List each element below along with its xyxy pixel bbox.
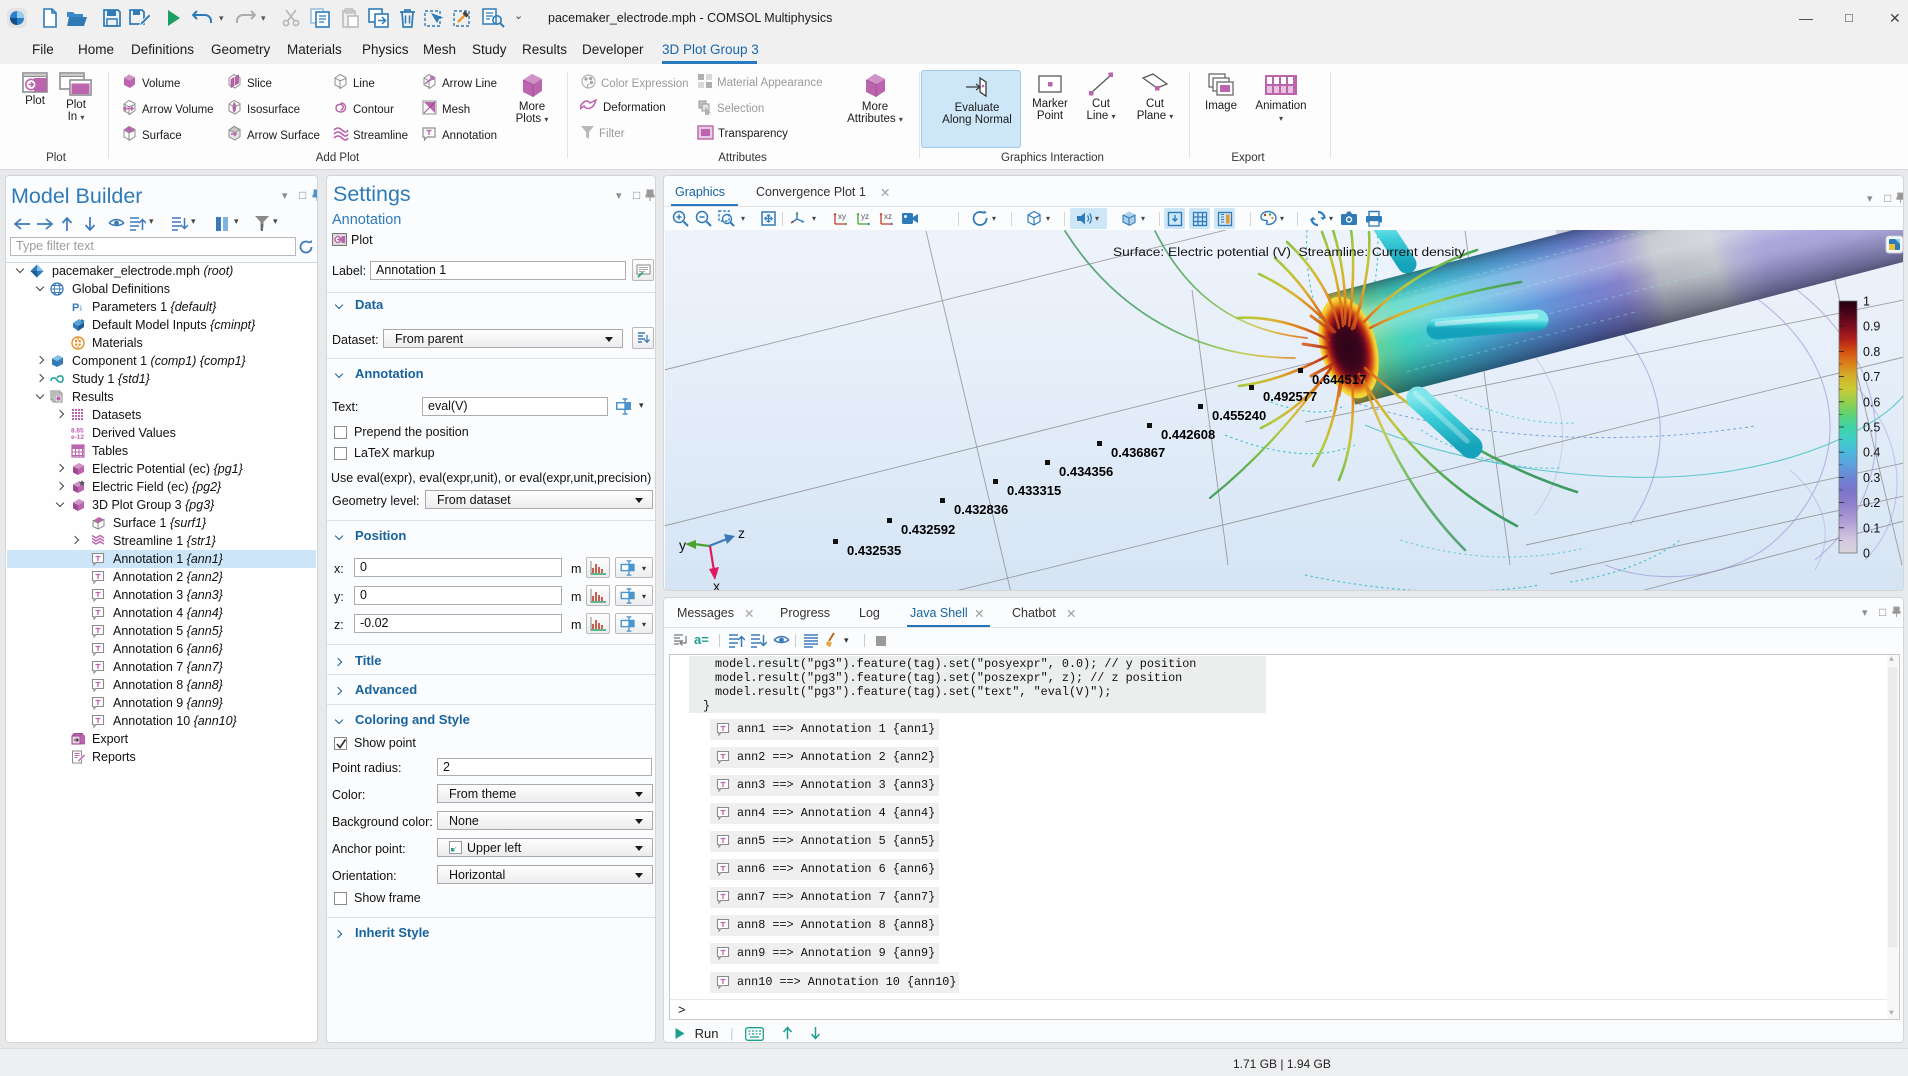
svg-text:0.455240: 0.455240 <box>1212 408 1266 423</box>
svg-text:z: z <box>738 525 745 541</box>
svg-text:0.432836: 0.432836 <box>954 502 1008 517</box>
svg-text:0.7: 0.7 <box>1863 370 1880 384</box>
svg-text:Surface: Electric potential (V: Surface: Electric potential (V) Streamli… <box>1113 245 1466 259</box>
svg-text:1: 1 <box>1863 295 1870 309</box>
svg-text:y: y <box>679 537 686 553</box>
svg-text:0.9: 0.9 <box>1863 320 1880 334</box>
svg-text:0.492577: 0.492577 <box>1263 389 1317 404</box>
svg-text:xz: xz <box>884 212 892 221</box>
svg-text:0.5: 0.5 <box>1863 421 1880 435</box>
svg-text:0.4: 0.4 <box>1863 446 1880 460</box>
svg-text:0.433315: 0.433315 <box>1007 483 1061 498</box>
svg-text:0: 0 <box>1863 547 1870 561</box>
svg-text:0.432535: 0.432535 <box>847 543 901 558</box>
svg-text:0.2: 0.2 <box>1863 496 1880 510</box>
svg-text:0.3: 0.3 <box>1863 471 1880 485</box>
svg-text:x: x <box>713 578 720 591</box>
svg-text:yz: yz <box>861 212 869 221</box>
svg-text:0.432592: 0.432592 <box>901 522 955 537</box>
svg-text:xy: xy <box>838 212 846 221</box>
svg-text:0.644517: 0.644517 <box>1312 372 1366 387</box>
svg-text:0.442608: 0.442608 <box>1161 427 1215 442</box>
svg-text:0.436867: 0.436867 <box>1111 445 1165 460</box>
svg-text:0.1: 0.1 <box>1863 521 1880 535</box>
svg-text:0.6: 0.6 <box>1863 395 1880 409</box>
svg-text:0.434356: 0.434356 <box>1059 464 1113 479</box>
svg-text:0.8: 0.8 <box>1863 345 1880 359</box>
